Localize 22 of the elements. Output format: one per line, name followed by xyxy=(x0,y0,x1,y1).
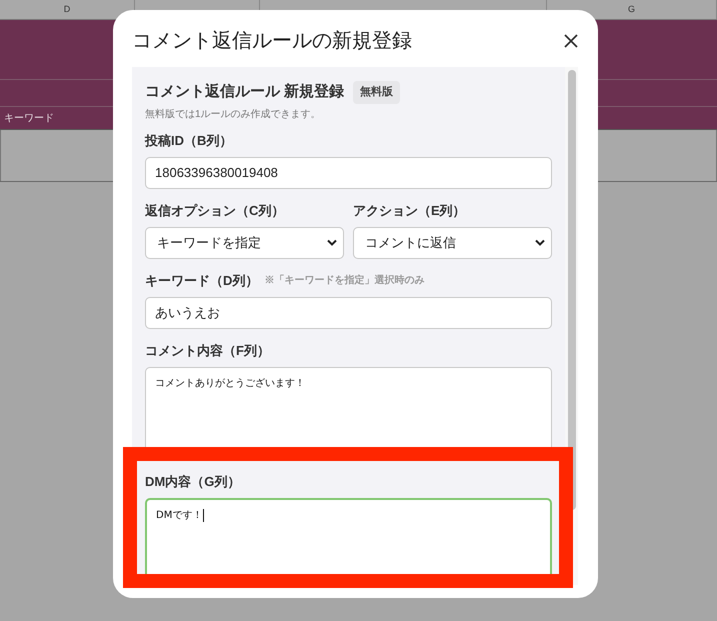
chevron-down-icon xyxy=(535,239,545,246)
field-label: DM内容（G列） xyxy=(145,472,240,491)
plan-badge: 無料版 xyxy=(353,81,400,104)
close-icon[interactable] xyxy=(564,34,578,48)
dropdown[interactable]: コメントに返信 xyxy=(353,226,552,258)
table-cell-text: キーワード xyxy=(4,112,54,126)
column-header: G xyxy=(628,2,635,16)
input-field[interactable]: あいうえお xyxy=(145,296,552,328)
column-header: D xyxy=(64,2,70,16)
field-label: アクション（E列） xyxy=(353,202,466,220)
field-label: キーワード（D列） xyxy=(145,272,258,290)
field-label: コメント内容（F列） xyxy=(145,342,270,360)
help-text: 無料版では1ルールのみ作成できます。 xyxy=(145,108,322,122)
input-field[interactable]: 18063396380019408 xyxy=(145,156,552,188)
dialog-title: コメント返信ルールの新規登録 xyxy=(132,29,412,54)
field-hint: ※「キーワードを指定」選択時のみ xyxy=(264,273,424,288)
form-heading: コメント返信ルール 新規登録 xyxy=(145,82,344,102)
dropdown[interactable]: キーワードを指定 xyxy=(145,226,344,258)
field-label: 返信オプション（C列） xyxy=(145,202,284,220)
text-cursor xyxy=(203,508,204,522)
chevron-down-icon xyxy=(327,239,337,246)
field-label: 投稿ID（B列） xyxy=(145,132,232,150)
